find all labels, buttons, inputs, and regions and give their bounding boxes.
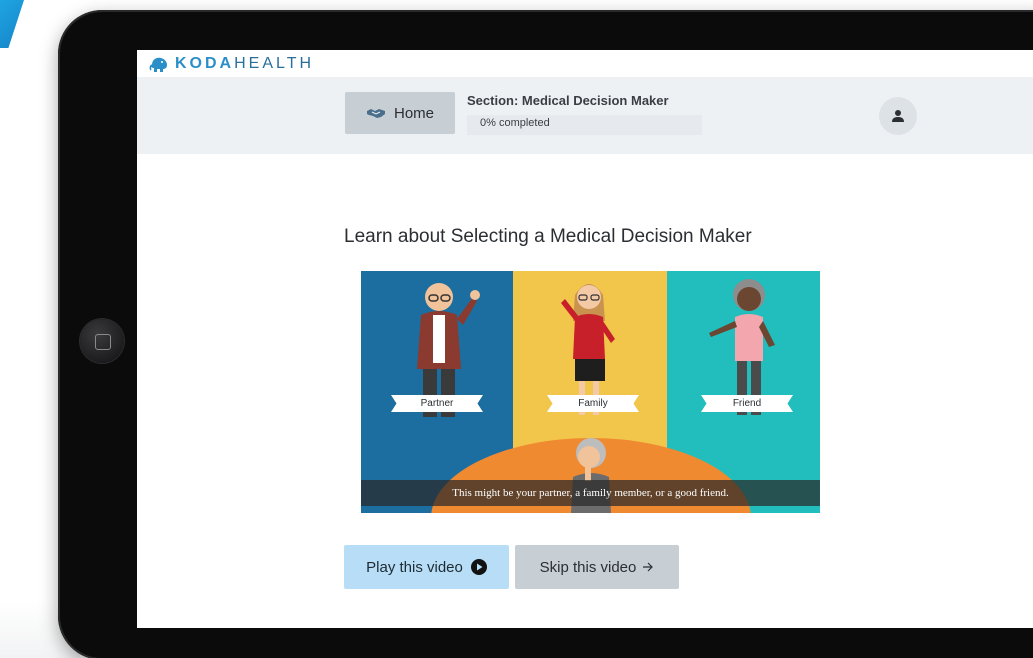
brand-logo[interactable]: KODA HEALTH bbox=[149, 55, 314, 73]
tablet-home-button[interactable] bbox=[80, 319, 124, 363]
play-video-button[interactable]: Play this video bbox=[344, 545, 509, 589]
brand-name-koda: KODA bbox=[175, 55, 235, 72]
skip-video-label: Skip this video bbox=[539, 558, 637, 576]
brand-name-health: HEALTH bbox=[234, 55, 315, 72]
home-button[interactable]: Home bbox=[345, 92, 455, 134]
label-friend: Friend bbox=[701, 395, 793, 412]
label-partner: Partner bbox=[391, 395, 483, 412]
app-screen: KODA HEALTH Home Section: Medical Decisi… bbox=[137, 50, 1033, 628]
page-heading: Learn about Selecting a Medical Decision… bbox=[344, 226, 752, 247]
section-progress: Section: Medical Decision Maker 0% compl… bbox=[467, 93, 702, 137]
play-circle-icon bbox=[470, 559, 487, 575]
user-icon bbox=[892, 110, 904, 122]
label-family: Family bbox=[547, 395, 639, 412]
user-menu-button[interactable] bbox=[879, 97, 917, 135]
play-video-label: Play this video bbox=[366, 558, 463, 576]
brand-bar: KODA HEALTH bbox=[137, 50, 1033, 77]
arrow-right-icon bbox=[643, 562, 654, 572]
video-caption: This might be your partner, a family mem… bbox=[452, 487, 729, 499]
home-button-label: Home bbox=[393, 104, 434, 122]
header-bar: Home Section: Medical Decision Maker 0% … bbox=[137, 77, 1033, 154]
handshake-icon bbox=[366, 109, 385, 118]
video-player[interactable]: Partner Family Friend This might be your… bbox=[361, 271, 820, 513]
elephant-logo-icon bbox=[149, 57, 167, 72]
video-caption-bar: This might be your partner, a family mem… bbox=[361, 480, 820, 506]
skip-video-button[interactable]: Skip this video bbox=[515, 545, 679, 589]
progress-text: 0% completed bbox=[480, 117, 550, 129]
section-title: Section: Medical Decision Maker bbox=[467, 93, 669, 108]
